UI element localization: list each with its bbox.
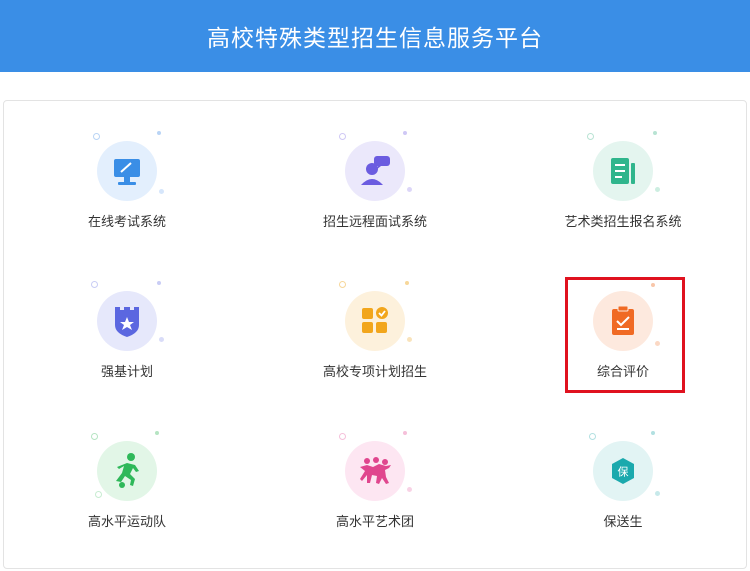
dancers-icon bbox=[360, 457, 391, 484]
services-panel: 在线考试系统 招生远程面试系统 艺术类招生报名系统 强基计划 高校专项计划招生 … bbox=[3, 100, 747, 569]
interview-person-icon bbox=[361, 156, 390, 185]
registration-form-icon bbox=[611, 158, 635, 184]
tile-sports-team[interactable]: 高水平运动队 bbox=[27, 421, 227, 551]
header-bar: 高校特殊类型招生信息服务平台 bbox=[0, 0, 750, 72]
tile-comprehensive-evaluation[interactable]: 综合评价 bbox=[523, 271, 723, 401]
tile-online-exam[interactable]: 在线考试系统 bbox=[27, 121, 227, 251]
tile-label: 高水平运动队 bbox=[87, 515, 166, 530]
tile-label: 高校专项计划招生 bbox=[322, 365, 427, 380]
tile-label: 高水平艺术团 bbox=[335, 515, 414, 530]
tile-special-plan[interactable]: 高校专项计划招生 bbox=[275, 271, 475, 401]
tile-label: 招生远程面试系统 bbox=[322, 215, 427, 230]
svg-text:保: 保 bbox=[618, 465, 629, 479]
bao-badge-icon: 保 bbox=[612, 458, 634, 484]
tile-remote-interview[interactable]: 招生远程面试系统 bbox=[275, 121, 475, 251]
tile-art-troupe[interactable]: 高水平艺术团 bbox=[275, 421, 475, 551]
tile-strong-foundation[interactable]: 强基计划 bbox=[27, 271, 227, 401]
tile-label: 保送生 bbox=[603, 515, 643, 530]
tile-label: 综合评价 bbox=[596, 365, 649, 380]
shield-star-icon bbox=[115, 307, 139, 337]
tile-arts-registration[interactable]: 艺术类招生报名系统 bbox=[523, 121, 723, 251]
tile-label: 艺术类招生报名系统 bbox=[564, 215, 682, 230]
tile-recommended-students[interactable]: 保 保送生 bbox=[523, 421, 723, 551]
monitor-icon bbox=[114, 159, 140, 185]
running-athlete-icon bbox=[116, 453, 139, 488]
tile-label: 在线考试系统 bbox=[87, 215, 166, 230]
page-title: 高校特殊类型招生信息服务平台 bbox=[207, 26, 543, 52]
apps-grid-check-icon bbox=[362, 307, 388, 333]
clipboard-check-icon bbox=[612, 305, 634, 335]
tile-label: 强基计划 bbox=[100, 365, 153, 380]
